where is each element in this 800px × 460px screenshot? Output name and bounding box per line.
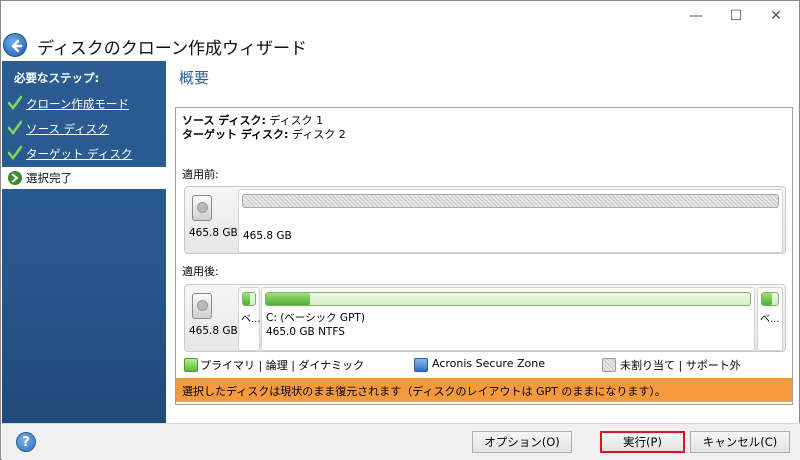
green-checkmark-icon: [8, 95, 22, 111]
partition-details: 465.0 GB NTFS: [266, 326, 345, 338]
maximize-button[interactable]: ☐: [719, 5, 753, 27]
after-label: 適用後:: [182, 265, 219, 278]
legend-unsupported: サポート外: [685, 359, 741, 372]
close-button[interactable]: ✕: [759, 5, 793, 27]
green-checkmark-icon: [8, 145, 22, 161]
legend-unallocated: 未割り当て: [620, 359, 675, 372]
disk-after: 465.8 GB ベ... C: (ベーシック GPT) 465.0 GB NT…: [184, 284, 786, 352]
partition-c[interactable]: C: (ベーシック GPT) 465.0 GB NTFS: [261, 287, 755, 351]
partition-bar: [265, 292, 751, 306]
green-checkmark-icon: [8, 120, 22, 136]
partition-bar: [242, 292, 256, 306]
legend-primary: プライマリ: [200, 359, 255, 372]
help-button[interactable]: ?: [16, 432, 36, 452]
sidebar: 必要なステップ: クローン作成モード ソース ディスク ターゲット ディスク 選…: [2, 61, 166, 423]
sidebar-item-clone-mode[interactable]: クローン作成モード: [2, 93, 166, 115]
page-title: 概要: [179, 69, 210, 87]
partition-name: C: (ベーシック GPT): [266, 312, 365, 324]
disk-drive-icon: [192, 195, 212, 221]
help-icon: ?: [22, 435, 30, 450]
legend-logical: 論理: [265, 359, 288, 372]
disk-before: 465.8 GB 465.8 GB: [184, 186, 786, 254]
legend-primary-swatch: [184, 358, 198, 372]
notice-text: 選択したディスクは現状のまま復元されます（ディスクのレイアウトは GPT のまま…: [182, 385, 666, 398]
legend-secure-zone: Acronis Secure Zone: [432, 357, 545, 370]
legend-dynamic: ダイナミック: [298, 359, 365, 372]
source-disk-value: ディスク 1: [269, 114, 324, 127]
minimize-button[interactable]: —: [679, 5, 713, 27]
disk-size: 465.8 GB: [189, 227, 238, 239]
notice-banner: 選択したディスクは現状のまま復元されます（ディスクのレイアウトは GPT のまま…: [176, 378, 792, 402]
sidebar-item-finish[interactable]: 選択完了: [2, 167, 166, 189]
partition-small-left[interactable]: ベ...: [238, 287, 261, 351]
legend-unallocated-swatch: [602, 358, 616, 372]
sidebar-item-source-disk[interactable]: ソース ディスク: [2, 118, 166, 140]
sidebar-item-label: ターゲット ディスク: [26, 147, 133, 161]
partition-label: ベ...: [760, 314, 780, 325]
target-disk-value: ディスク 2: [291, 128, 346, 141]
back-arrow-icon: [11, 39, 23, 53]
partition-label: ベ...: [241, 314, 261, 325]
summary-panel: ソース ディスク: ディスク 1 ターゲット ディスク: ディスク 2 適用前:…: [175, 107, 793, 405]
execute-button[interactable]: 実行(P): [600, 431, 685, 453]
disk-drive-icon: [192, 293, 212, 319]
green-arrow-icon: [8, 171, 22, 185]
before-label: 適用前:: [182, 168, 219, 181]
partition-bar: [242, 194, 779, 208]
partition-size: 465.8 GB: [243, 230, 292, 242]
target-disk-label: ターゲット ディスク:: [182, 128, 289, 141]
button-bar: ? オプション(O) 実行(P) キャンセル(C): [2, 423, 800, 460]
window-title: ディスクのクローン作成ウィザード: [37, 39, 307, 59]
disk-info: ソース ディスク: ディスク 1 ターゲット ディスク: ディスク 2: [182, 114, 346, 142]
partition-bar: [761, 292, 779, 306]
sidebar-item-label: 選択完了: [26, 171, 72, 185]
partition-small-right[interactable]: ベ...: [757, 287, 783, 351]
sidebar-item-target-disk[interactable]: ターゲット ディスク: [2, 143, 166, 165]
partition-unallocated[interactable]: 465.8 GB: [238, 189, 783, 253]
cancel-button[interactable]: キャンセル(C): [690, 431, 790, 453]
legend-secure-zone-swatch: [414, 358, 428, 372]
legend: プライマリ | 論理 | ダイナミック Acronis Secure Zone …: [182, 356, 786, 374]
partition-used-fill: [266, 293, 310, 305]
sidebar-item-label: ソース ディスク: [26, 122, 109, 136]
back-button[interactable]: [3, 33, 27, 57]
wizard-window: — ☐ ✕ ディスクのクローン作成ウィザード 必要なステップ: クローン作成モー…: [0, 0, 800, 460]
sidebar-item-label: クローン作成モード: [26, 97, 129, 111]
source-disk-label: ソース ディスク:: [182, 114, 266, 127]
disk-size: 465.8 GB: [189, 325, 238, 337]
sidebar-heading: 必要なステップ:: [14, 71, 100, 85]
options-button[interactable]: オプション(O): [472, 431, 572, 453]
